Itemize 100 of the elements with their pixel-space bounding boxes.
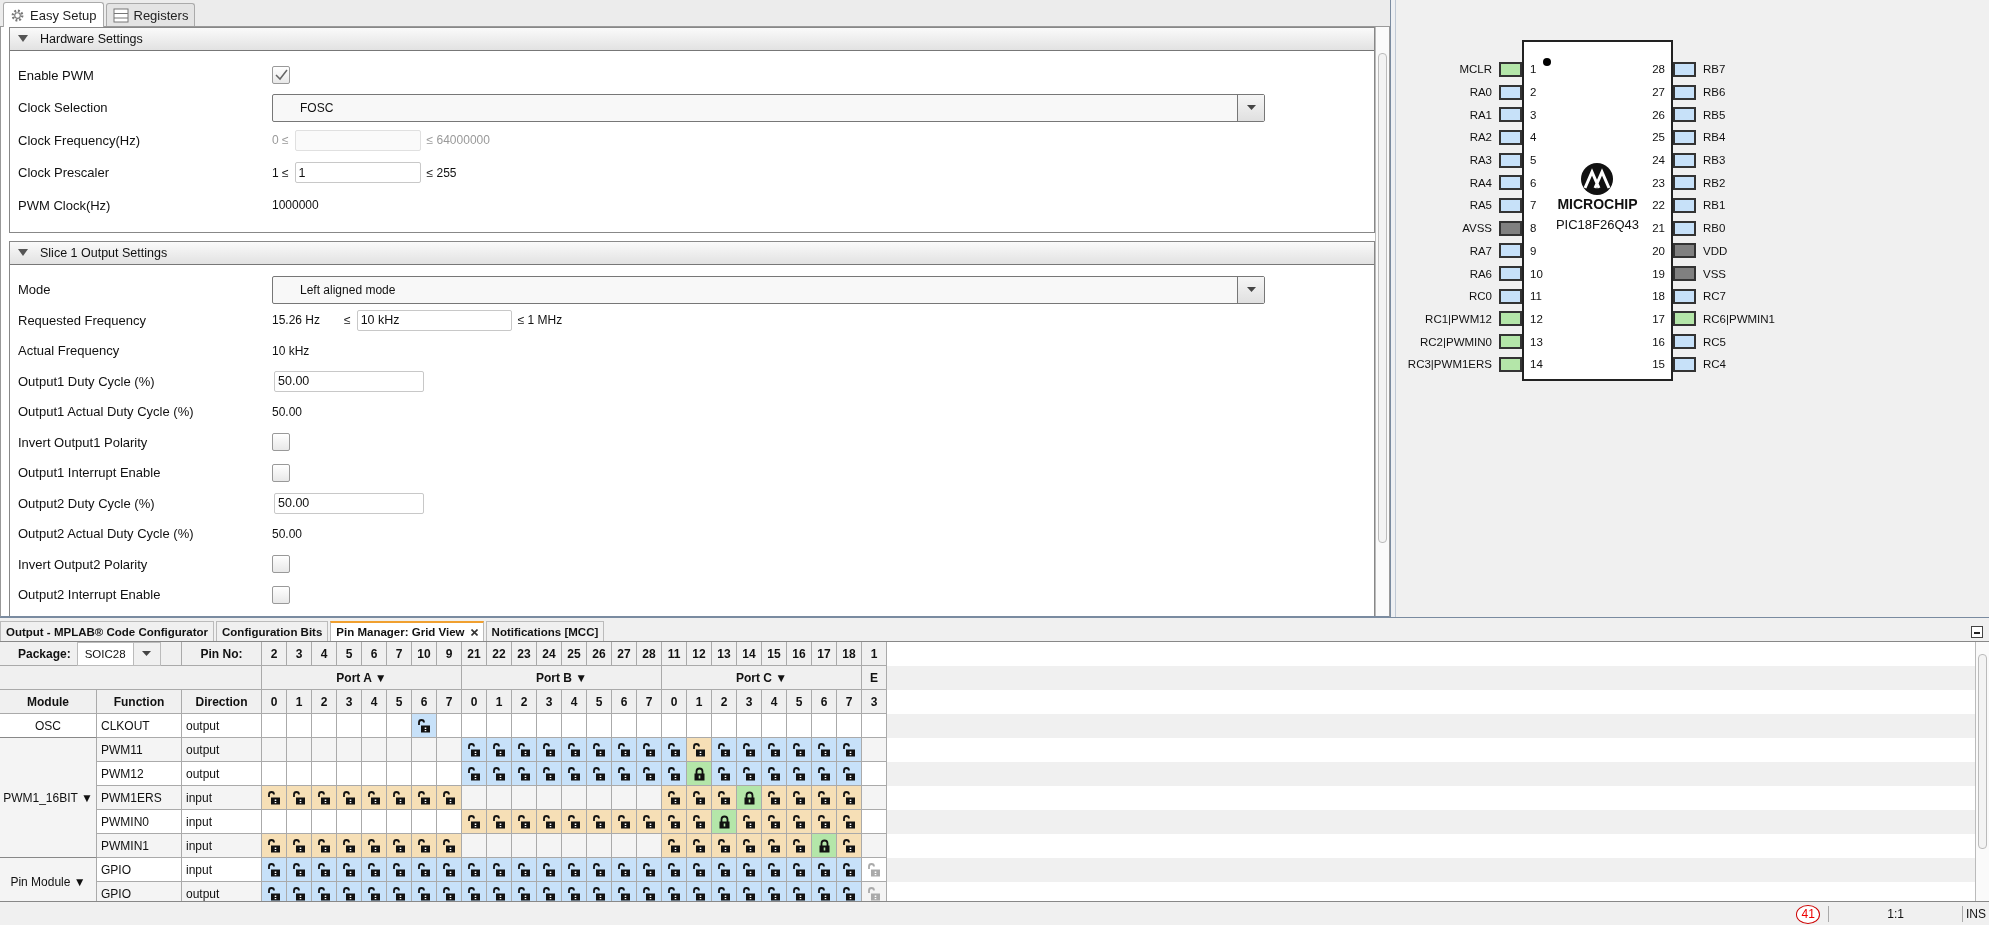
pin-cell[interactable]	[537, 858, 562, 882]
pin-box[interactable]	[1673, 243, 1696, 259]
pin-cell[interactable]	[462, 882, 487, 901]
pin-cell[interactable]	[712, 762, 737, 786]
pin-cell[interactable]	[637, 882, 662, 901]
pin-box[interactable]	[1673, 334, 1696, 350]
pin-cell[interactable]	[412, 834, 437, 858]
pin-cell[interactable]	[437, 786, 462, 810]
input-field[interactable]: 50.00	[274, 492, 424, 514]
pin-cell[interactable]	[662, 738, 687, 762]
column-header[interactable]: Module	[0, 690, 97, 714]
pin-cell[interactable]	[437, 858, 462, 882]
pin-cell[interactable]	[687, 762, 712, 786]
pin-cell[interactable]	[737, 858, 762, 882]
pin-cell[interactable]	[687, 786, 712, 810]
pin-cell[interactable]	[787, 834, 812, 858]
dropdown[interactable]: FOSC	[272, 93, 1265, 122]
pin-box[interactable]	[1499, 220, 1522, 236]
pin-cell[interactable]	[262, 786, 287, 810]
pin-box[interactable]	[1499, 243, 1522, 259]
pin-cell[interactable]	[487, 882, 512, 901]
pin-cell[interactable]	[662, 858, 687, 882]
pin-box[interactable]	[1499, 334, 1522, 350]
pin-box[interactable]	[1673, 107, 1696, 123]
pin-box[interactable]	[1673, 197, 1696, 213]
pin-cell[interactable]	[312, 858, 337, 882]
notification-badge[interactable]: 41	[1796, 904, 1821, 924]
pin-cell[interactable]	[762, 882, 787, 901]
pin-cell[interactable]	[787, 882, 812, 901]
pin-box[interactable]	[1673, 61, 1696, 77]
pin-cell[interactable]	[362, 882, 387, 901]
pin-cell[interactable]	[762, 858, 787, 882]
pin-cell[interactable]	[837, 738, 862, 762]
pin-cell[interactable]	[687, 810, 712, 834]
pin-cell[interactable]	[537, 762, 562, 786]
pin-cell[interactable]	[787, 762, 812, 786]
pin-cell[interactable]	[787, 738, 812, 762]
pin-cell[interactable]	[737, 834, 762, 858]
pin-cell[interactable]	[387, 882, 412, 901]
pin-cell[interactable]	[387, 834, 412, 858]
pin-cell[interactable]	[462, 738, 487, 762]
pin-cell[interactable]	[562, 762, 587, 786]
input-field[interactable]: 10 kHz	[356, 309, 512, 331]
pin-cell[interactable]	[412, 786, 437, 810]
scrollbar[interactable]	[1375, 27, 1389, 616]
pin-cell[interactable]	[837, 882, 862, 901]
pin-box[interactable]	[1499, 84, 1522, 100]
pin-box[interactable]	[1499, 129, 1522, 145]
pin-cell[interactable]	[687, 858, 712, 882]
module-cell[interactable]: OSC	[0, 714, 97, 738]
pin-cell[interactable]	[612, 810, 637, 834]
pin-cell[interactable]	[487, 738, 512, 762]
port-header[interactable]: E	[862, 666, 887, 690]
pin-cell[interactable]	[287, 858, 312, 882]
pin-cell[interactable]	[812, 882, 837, 901]
pin-cell[interactable]	[762, 786, 787, 810]
pin-cell[interactable]	[512, 738, 537, 762]
close-icon[interactable]	[470, 628, 478, 636]
pin-box[interactable]	[1499, 61, 1522, 77]
pin-cell[interactable]	[637, 762, 662, 786]
pin-cell[interactable]	[812, 738, 837, 762]
pin-cell[interactable]	[587, 810, 612, 834]
tab[interactable]: Easy Setup	[3, 2, 104, 27]
pin-cell[interactable]	[462, 810, 487, 834]
pin-cell[interactable]	[837, 810, 862, 834]
pin-cell[interactable]	[587, 738, 612, 762]
pin-box[interactable]	[1499, 266, 1522, 282]
pin-box[interactable]	[1499, 197, 1522, 213]
pin-cell[interactable]	[737, 738, 762, 762]
checkbox[interactable]	[272, 463, 290, 482]
pin-cell[interactable]	[337, 858, 362, 882]
pin-cell[interactable]	[637, 858, 662, 882]
pin-cell[interactable]	[787, 810, 812, 834]
pin-cell[interactable]	[262, 858, 287, 882]
pin-cell[interactable]	[837, 786, 862, 810]
pin-cell[interactable]	[737, 786, 762, 810]
pin-cell[interactable]	[612, 858, 637, 882]
pin-box[interactable]	[1673, 175, 1696, 191]
tab[interactable]: Notifications [MCC]	[485, 621, 605, 641]
pin-cell[interactable]	[537, 810, 562, 834]
pin-cell[interactable]	[712, 738, 737, 762]
module-cell[interactable]: PWM1_16BIT ▼	[0, 738, 97, 858]
pin-cell[interactable]	[587, 762, 612, 786]
pin-cell[interactable]	[712, 786, 737, 810]
dropdown[interactable]: Left aligned mode	[272, 275, 1265, 304]
pin-cell[interactable]	[812, 810, 837, 834]
pin-cell[interactable]	[662, 810, 687, 834]
pin-cell[interactable]	[712, 858, 737, 882]
column-header[interactable]: Direction	[182, 690, 262, 714]
pin-cell[interactable]	[612, 738, 637, 762]
pin-box[interactable]	[1673, 288, 1696, 304]
pin-cell[interactable]	[262, 882, 287, 901]
pin-cell[interactable]	[362, 834, 387, 858]
pin-cell[interactable]	[387, 786, 412, 810]
pin-box[interactable]	[1673, 266, 1696, 282]
pin-cell[interactable]	[337, 882, 362, 901]
pin-cell[interactable]	[412, 858, 437, 882]
pin-box[interactable]	[1499, 152, 1522, 168]
pin-cell[interactable]	[512, 858, 537, 882]
pin-cell[interactable]	[712, 882, 737, 901]
